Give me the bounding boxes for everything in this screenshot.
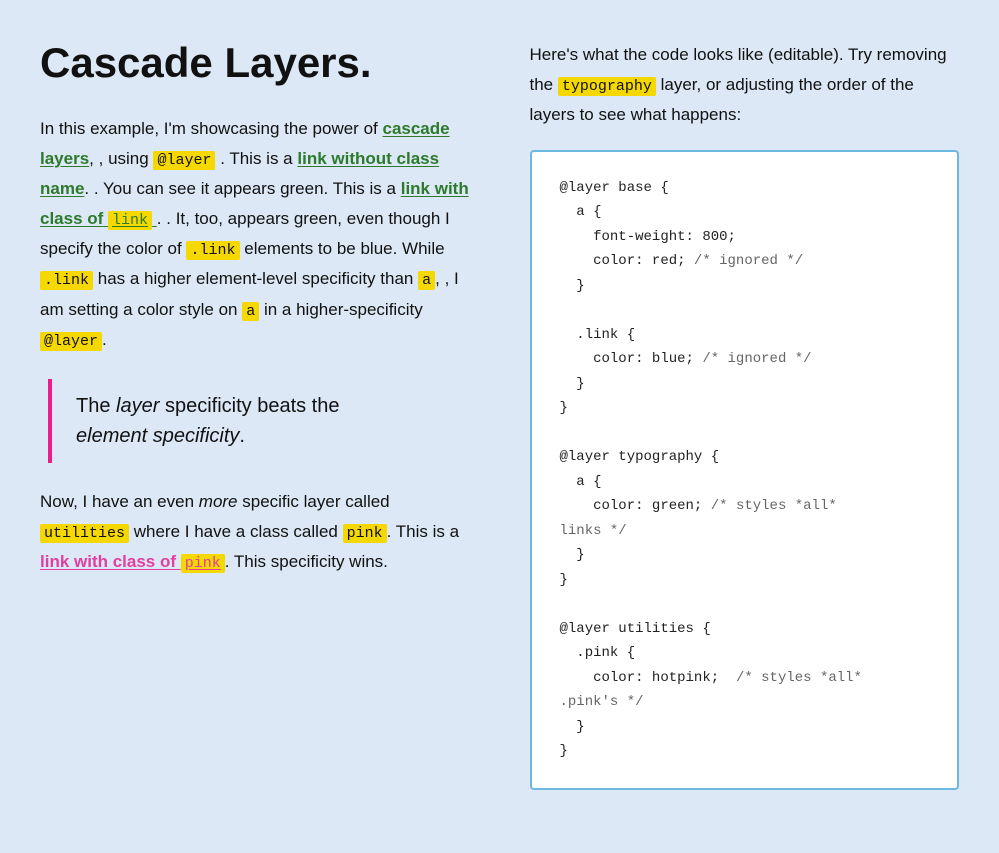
intro-text-2: , using <box>99 149 149 168</box>
a-badge-1: a <box>418 271 435 290</box>
element-specificity-emphasis: element specificity <box>76 425 239 447</box>
left-column: Cascade Layers. In this example, I'm sho… <box>40 40 470 790</box>
pink-badge-2: pink <box>181 554 225 573</box>
at-layer-badge: @layer <box>153 151 215 170</box>
code-layer-base: @layer base { a { font-weight: 800; colo… <box>560 180 862 760</box>
dot-link-badge-1: .link <box>186 241 239 260</box>
intro-text-1: In this example, I'm showcasing the powe… <box>40 119 378 138</box>
a-badge-2: a <box>242 302 259 321</box>
intro-paragraph: In this example, I'm showcasing the powe… <box>40 114 470 355</box>
at-layer-badge-2: @layer <box>40 332 102 351</box>
code-editor[interactable]: @layer base { a { font-weight: 800; colo… <box>530 150 960 790</box>
dot-link-badge-2: .link <box>40 271 93 290</box>
utilities-badge: utilities <box>40 524 129 543</box>
typography-badge: typography <box>558 77 656 96</box>
layer-emphasis: layer <box>116 395 159 417</box>
right-intro-text: Here's what the code looks like (editabl… <box>530 40 960 130</box>
blockquote: The layer specificity beats the element … <box>48 379 470 463</box>
page-title: Cascade Layers. <box>40 40 470 86</box>
second-paragraph: Now, I have an even more specific layer … <box>40 487 470 577</box>
link-badge: link <box>108 211 152 230</box>
right-column: Here's what the code looks like (editabl… <box>530 40 960 790</box>
page-layout: Cascade Layers. In this example, I'm sho… <box>40 40 959 790</box>
link-pink[interactable]: link with class of pink <box>40 552 225 571</box>
intro-text-4: . You can see it appears green. This is … <box>94 179 396 198</box>
intro-text-3: . This is a <box>220 149 292 168</box>
intro-text-7: has a higher element-level specificity t… <box>98 269 414 288</box>
intro-text-6: elements to be blue. While <box>244 239 444 258</box>
intro-text-9: in a higher-specificity <box>264 300 423 319</box>
more-emphasis: more <box>199 492 238 511</box>
pink-badge: pink <box>343 524 387 543</box>
blockquote-text: The layer specificity beats the element … <box>76 391 470 451</box>
